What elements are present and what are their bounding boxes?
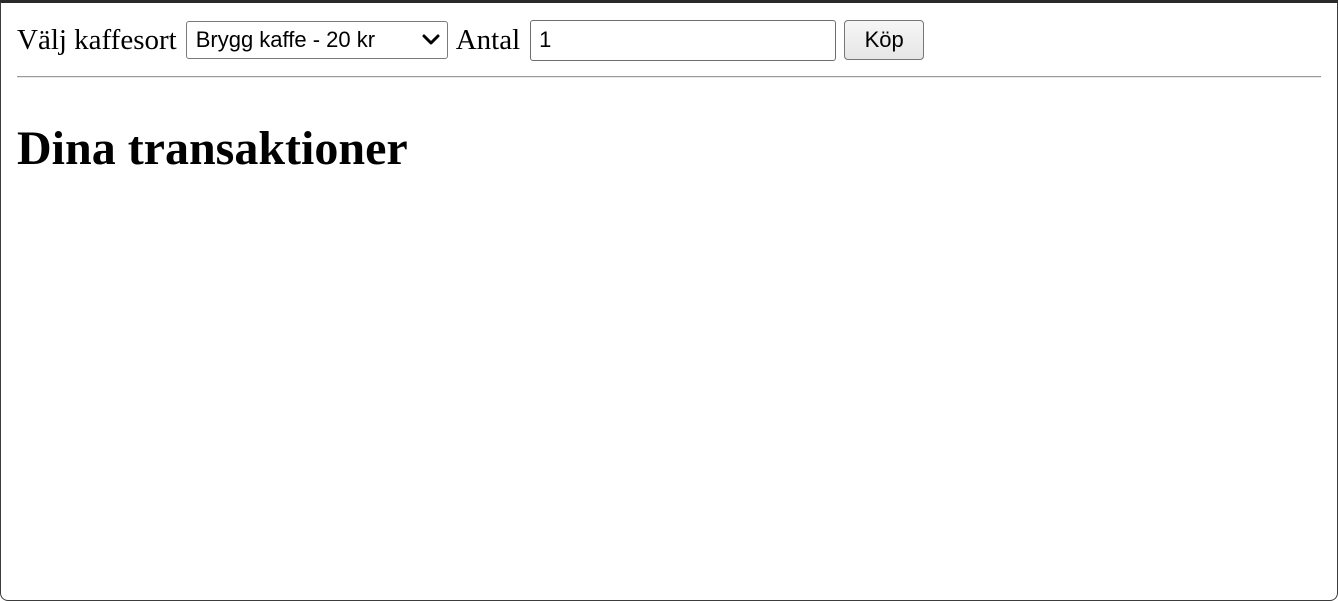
browser-window-frame [0,0,1338,601]
buy-button[interactable]: Köp [844,20,925,60]
coffee-type-select[interactable]: Brygg kaffe - 20 kr [185,21,448,59]
divider [17,76,1321,78]
purchase-form: Välj kaffesort Brygg kaffe - 20 kr Antal… [17,19,1321,61]
quantity-input[interactable] [530,19,837,61]
coffee-type-selected-value: Brygg kaffe - 20 kr [195,27,376,52]
quantity-label: Antal [455,24,521,56]
coffee-type-label: Välj kaffesort [17,24,177,56]
purchase-form-row: Välj kaffesort Brygg kaffe - 20 kr Antal… [17,19,1321,61]
transactions-heading: Dina transaktioner [17,122,408,175]
chevron-down-icon [422,34,440,45]
